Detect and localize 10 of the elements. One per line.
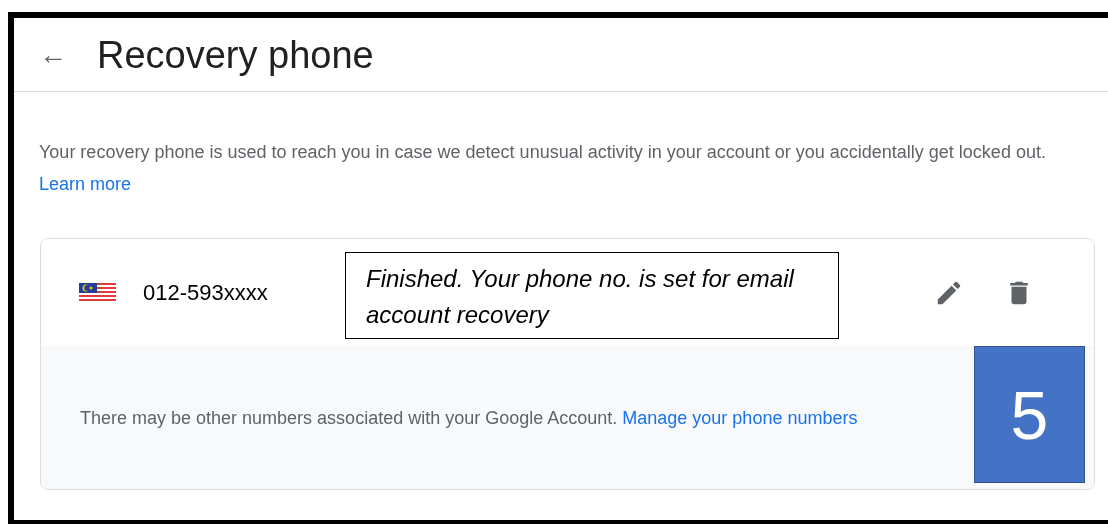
back-arrow-icon[interactable]: ←: [39, 40, 67, 69]
phone-number: 012-593xxxx: [143, 279, 268, 307]
note-text: There may be other numbers associated with your Google Account. Manage your phone numbers: [80, 406, 859, 430]
description-text: Your recovery phone is used to reach you in case we detect unusual activity in your account or you accidentally get locked out. Learn more: [39, 141, 1047, 196]
callout-box: Finished. Your phone no. is set for email account recovery: [345, 252, 839, 339]
manage-numbers-link[interactable]: Manage your phone numbers: [622, 407, 858, 428]
flag-icon: [79, 283, 116, 302]
page-title: Recovery phone: [97, 35, 374, 74]
learn-more-link[interactable]: Learn more: [39, 174, 132, 194]
step-badge: 5: [974, 346, 1085, 483]
